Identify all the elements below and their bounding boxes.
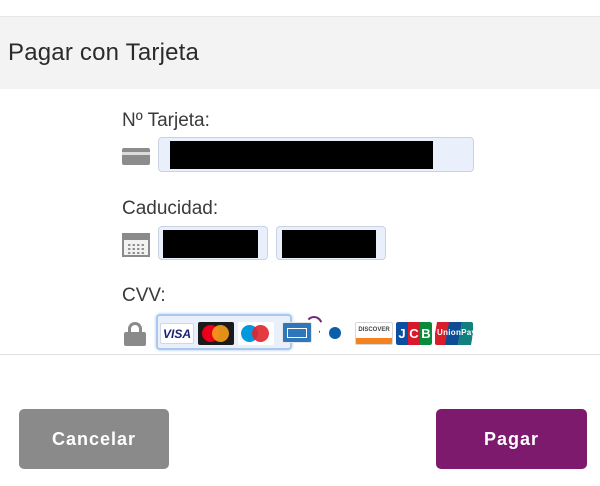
dialog-header: Pagar con Tarjeta xyxy=(0,17,600,89)
card-number-label: Nº Tarjeta: xyxy=(122,110,210,131)
discover-logo-icon: DISCOVER xyxy=(355,322,393,345)
visa-logo-icon: VISA xyxy=(160,323,194,344)
card-number-redacted-value xyxy=(170,141,433,169)
expiry-label: Caducidad: xyxy=(122,198,219,219)
mastercard-logo-icon xyxy=(198,322,234,345)
diners-club-logo-icon xyxy=(320,322,350,344)
expiry-month-redacted-value xyxy=(163,230,258,258)
top-strip xyxy=(0,0,600,17)
cvv-label: CVV: xyxy=(122,285,166,306)
unionpay-logo-icon: UnionPay xyxy=(435,322,473,345)
footer-divider xyxy=(0,354,600,355)
cancel-button[interactable]: Cancelar xyxy=(19,409,169,469)
pay-button[interactable]: Pagar xyxy=(436,409,587,469)
calendar-icon xyxy=(122,233,150,257)
credit-card-icon xyxy=(122,148,150,165)
expiry-year-redacted-value xyxy=(282,230,376,258)
lock-icon xyxy=(124,322,146,346)
dialog-title: Pagar con Tarjeta xyxy=(8,39,200,66)
maestro-logo-icon xyxy=(238,322,274,345)
jcb-logo-icon: J C B xyxy=(396,322,432,345)
